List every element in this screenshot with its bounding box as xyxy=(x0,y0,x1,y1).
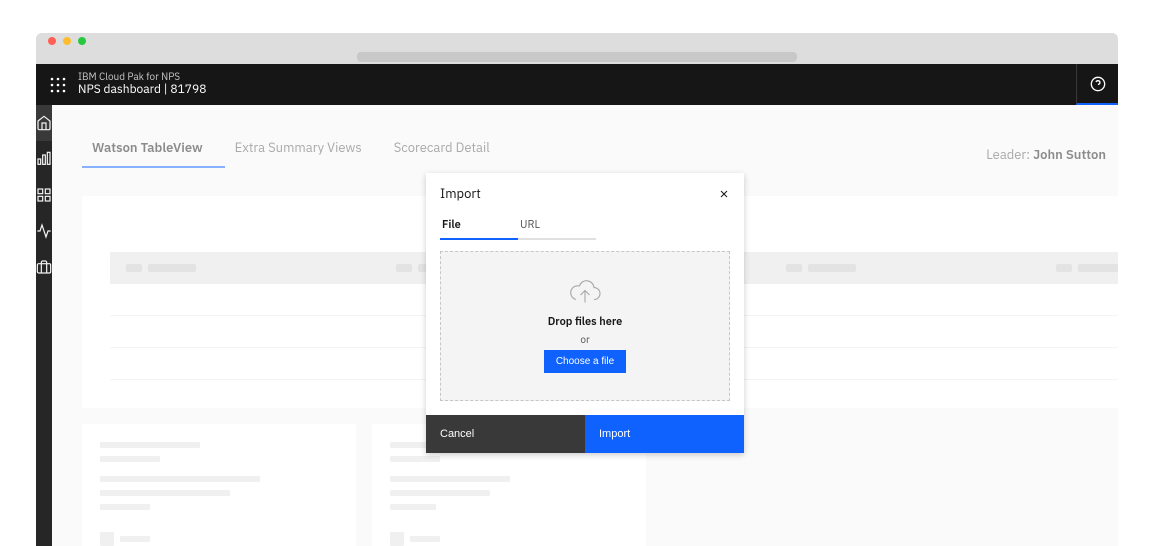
modal-title: Import xyxy=(440,185,481,202)
modal-tabs: File URL xyxy=(426,212,744,241)
sidebar-item-activity[interactable] xyxy=(36,213,52,249)
file-dropzone[interactable]: Drop files here or Choose a file xyxy=(440,251,730,401)
sidebar-item-home[interactable] xyxy=(36,105,52,141)
upload-cloud-icon xyxy=(567,279,603,305)
home-icon xyxy=(36,115,52,131)
modal-tab-url[interactable]: URL xyxy=(518,212,596,240)
app-header: IBM Cloud Pak for NPS NPS dashboard | 81… xyxy=(36,64,1118,105)
sidebar-item-work[interactable] xyxy=(36,249,52,285)
bar-chart-icon xyxy=(36,151,52,167)
close-window-icon[interactable] xyxy=(48,37,56,45)
apps-icon xyxy=(36,187,52,203)
sidebar-item-apps[interactable] xyxy=(36,177,52,213)
sidebar-item-chart[interactable] xyxy=(36,141,52,177)
or-text: or xyxy=(580,333,589,346)
briefcase-icon xyxy=(36,259,52,275)
choose-file-button[interactable]: Choose a file xyxy=(544,350,626,373)
import-button[interactable]: Import xyxy=(585,415,744,453)
browser-url-bar-area xyxy=(36,49,1118,64)
modal-tab-file[interactable]: File xyxy=(440,212,518,240)
app-switcher-icon[interactable] xyxy=(50,77,66,93)
url-bar[interactable] xyxy=(357,52,797,62)
browser-traffic-lights xyxy=(36,33,1118,49)
import-modal: Import File URL Drop files here or Choos… xyxy=(426,173,744,453)
app-title-block: IBM Cloud Pak for NPS NPS dashboard | 81… xyxy=(78,71,206,97)
drop-text: Drop files here xyxy=(548,315,623,329)
help-icon xyxy=(1090,76,1106,92)
minimize-window-icon[interactable] xyxy=(63,37,71,45)
maximize-window-icon[interactable] xyxy=(78,37,86,45)
activity-icon xyxy=(36,223,52,239)
help-button[interactable] xyxy=(1076,64,1118,105)
close-icon[interactable] xyxy=(718,188,730,200)
cancel-button[interactable]: Cancel xyxy=(426,415,585,453)
sidebar xyxy=(36,105,52,546)
app-title: NPS dashboard | 81798 xyxy=(78,83,206,97)
